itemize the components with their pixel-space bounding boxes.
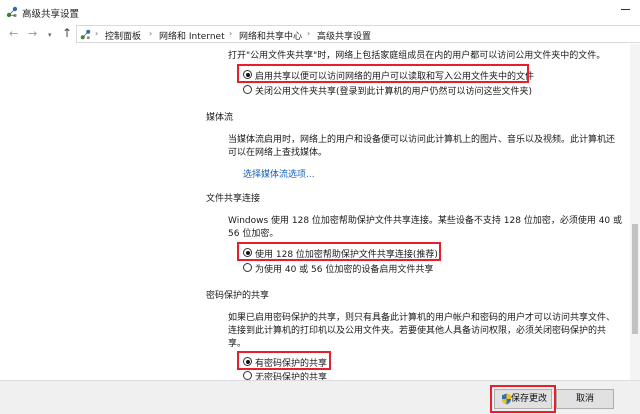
public-sharing-off-label[interactable]: 关闭公用文件夹共享(登录到此计算机的用户仍然可以访问这些文件夹): [255, 84, 532, 97]
up-arrow-icon[interactable]: ↑: [62, 27, 72, 40]
password-sharing-heading: 密码保护的共享: [206, 291, 270, 301]
breadcrumb-network-internet[interactable]: 网络和 Internet: [159, 29, 225, 42]
highlight-box: [237, 242, 441, 261]
recent-pages-chevron-icon[interactable]: ▾: [48, 29, 52, 42]
breadcrumb-separator-icon[interactable]: ›: [307, 29, 310, 38]
file-sharing-heading: 文件共享连接: [206, 194, 261, 204]
public-sharing-off-radio[interactable]: [243, 85, 252, 94]
highlight-box: [237, 351, 331, 370]
media-description-line1: 当媒体流启用时，网络上的用户和设备便可以访问此计算机上的图片、音乐以及视频。此计…: [228, 135, 616, 145]
scrollbar-thumb[interactable]: [632, 224, 638, 334]
footer-bar: 保存更改 取消: [0, 380, 640, 414]
password-description-line3: 享。: [228, 339, 247, 349]
file-sharing-description-line1: Windows 使用 128 位加密帮助保护文件共享连接。某些设备不支持 128…: [228, 216, 623, 226]
title-bar: 高级共享设置: [0, 0, 640, 24]
encryption-40-56-label[interactable]: 为使用 40 或 56 位加密的设备启用文件共享: [255, 262, 433, 275]
network-icon: [6, 6, 18, 18]
breadcrumb-separator-icon[interactable]: ›: [229, 29, 232, 38]
password-sharing-off-label[interactable]: 无密码保护的共享: [255, 370, 327, 380]
public-folder-description: 打开"公用文件夹共享"时，网络上包括家庭组成员在内的用户都可以访问公用文件夹中的…: [228, 51, 606, 61]
breadcrumb-control-panel[interactable]: 控制面板: [105, 29, 141, 42]
vertical-scrollbar[interactable]: [630, 44, 640, 380]
password-description-line1: 如果已启用密码保护的共享，则只有具备此计算机的用户帐户和密码的用户才可以访问共享…: [228, 313, 616, 323]
media-streaming-heading: 媒体流: [206, 113, 234, 123]
settings-content: 打开"公用文件夹共享"时，网络上包括家庭组成员在内的用户都可以访问公用文件夹中的…: [0, 44, 640, 380]
forward-arrow-icon[interactable]: →: [28, 27, 37, 40]
media-description-line2: 可以在网络上查找媒体。: [228, 148, 328, 158]
password-description-line2: 连接到此计算机的打印机以及公用文件夹。若要使其他人具备访问权限，必须关闭密码保护…: [228, 326, 607, 336]
back-arrow-icon[interactable]: ←: [9, 27, 18, 40]
breadcrumb-advanced-sharing[interactable]: 高级共享设置: [317, 29, 371, 42]
password-sharing-off-radio[interactable]: [243, 371, 252, 380]
highlight-box: [490, 385, 556, 413]
breadcrumb-separator-icon[interactable]: ›: [95, 29, 98, 38]
encryption-40-56-radio[interactable]: [243, 263, 252, 272]
network-icon: [80, 29, 91, 40]
window-title: 高级共享设置: [22, 9, 80, 20]
media-streaming-options-link[interactable]: 选择媒体流选项...: [243, 167, 315, 180]
highlight-box: [237, 64, 529, 83]
breadcrumb-separator-icon[interactable]: ›: [149, 29, 152, 38]
cancel-label: 取消: [575, 394, 594, 404]
address-bar: ← → ▾ ↑ › 控制面板 › 网络和 Internet › 网络和共享中心 …: [0, 24, 640, 44]
breadcrumb-network-sharing-center[interactable]: 网络和共享中心: [239, 29, 302, 42]
address-field[interactable]: › 控制面板 › 网络和 Internet › 网络和共享中心 › 高级共享设置: [76, 25, 640, 43]
file-sharing-description-line2: 56 位加密。: [228, 229, 279, 239]
minimize-button[interactable]: [621, 9, 630, 10]
cancel-button[interactable]: 取消: [556, 389, 614, 409]
